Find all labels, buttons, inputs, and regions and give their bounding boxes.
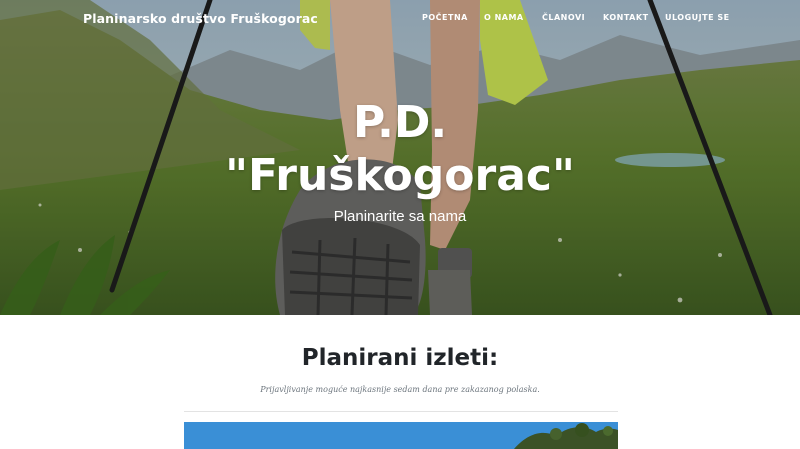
nav-link-ulogujte-se[interactable]: ULOGUJTE SE <box>665 13 730 22</box>
navbar: Planinarsko društvo Fruškogorac POČETNA … <box>0 0 800 38</box>
nav-link-o-nama[interactable]: O NAMA <box>484 13 524 22</box>
nav-menu: POČETNA O NAMA ČLANOVI KONTAKT ULOGUJTE … <box>0 13 800 29</box>
nav-link-pocetna[interactable]: POČETNA <box>422 13 468 22</box>
hero-title-line1: P.D. <box>352 97 448 148</box>
trip-image-graphic <box>184 422 618 449</box>
hero-title: P.D. "Fruškogorac" <box>0 96 800 202</box>
nav-link-clanovi[interactable]: ČLANOVI <box>542 13 585 22</box>
section-title: Planirani izleti: <box>301 345 499 371</box>
nav-link-kontakt[interactable]: KONTAKT <box>603 13 649 22</box>
hero-title-line2: "Fruškogorac" <box>225 150 575 201</box>
divider <box>184 411 618 412</box>
trip-image[interactable] <box>184 422 618 449</box>
hero-subtitle: Planinarite sa nama <box>333 208 467 225</box>
hero-section: Planinarsko društvo Fruškogorac POČETNA … <box>0 0 800 315</box>
registration-note: Prijavljivanje moguće najkasnije sedam d… <box>260 385 540 394</box>
